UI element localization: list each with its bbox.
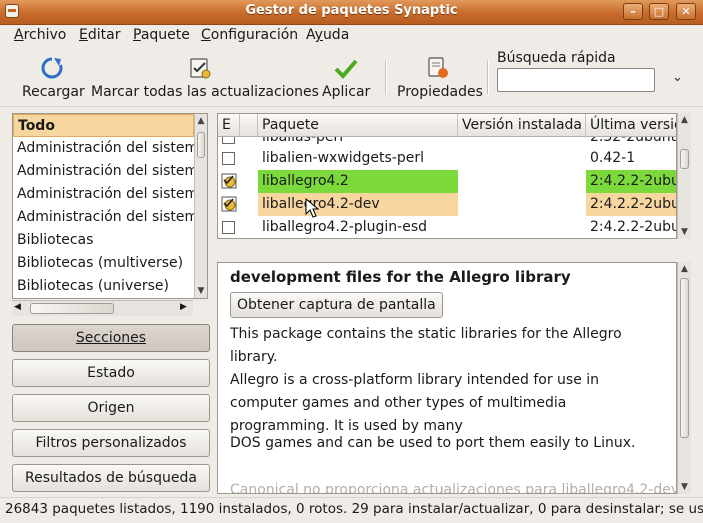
table-row[interactable]: libalien-wxwidgets-perl 0.42-1 — [218, 147, 676, 170]
status-text: 26843 paquetes listados, 1190 instalados… — [5, 501, 703, 517]
status-cell[interactable] — [218, 193, 240, 216]
status-filter-button[interactable]: Estado — [12, 359, 210, 387]
sections-filter-button[interactable]: Secciones — [12, 324, 210, 352]
menu-editar[interactable]: Editar — [79, 27, 120, 43]
scroll-up-icon[interactable]: ▲ — [678, 113, 691, 127]
reload-button[interactable]: Recargar — [22, 56, 85, 100]
package-table-vscrollbar[interactable]: ▲ ▼ — [677, 113, 691, 239]
installed-version — [458, 193, 586, 216]
column-latest-label[interactable]: Última versión — [586, 114, 676, 136]
install-mark-icon — [221, 196, 237, 212]
section-item[interactable]: Administración del sistema — [13, 160, 194, 183]
section-list[interactable]: Todo Administración del sistema Administ… — [12, 113, 208, 299]
column-status-label[interactable]: E — [218, 114, 240, 136]
close-button[interactable]: ✕ — [676, 3, 696, 20]
description-support-note: Canonical no proporciona actualizaciones… — [230, 482, 677, 494]
column-support-label[interactable] — [240, 114, 258, 136]
menu-paquete[interactable]: Paquete — [133, 27, 190, 43]
scroll-left-icon[interactable]: ◀ — [14, 302, 21, 312]
reload-icon — [41, 57, 63, 79]
table-row-selected[interactable]: liballegro4.2-dev 2:4.2.2-2ubuntu — [218, 193, 676, 216]
mark-upgrades-icon — [190, 58, 211, 79]
description-title: development files for the Allegro librar… — [230, 268, 571, 286]
menu-archivo[interactable]: Archivo — [14, 27, 66, 43]
section-item[interactable]: Bibliotecas (multiverse) — [13, 252, 194, 275]
minimize-button[interactable]: – — [623, 3, 643, 20]
section-item[interactable]: Administración del sistema — [13, 137, 194, 160]
scroll-thumb[interactable] — [680, 278, 689, 438]
menu-configuracion[interactable]: Configuración — [201, 27, 298, 43]
description-vscrollbar[interactable]: ▲ ▼ — [677, 262, 691, 494]
scroll-down-icon[interactable]: ▼ — [678, 480, 691, 494]
search-results-button[interactable]: Resultados de búsqueda — [12, 464, 210, 492]
description-paragraph: DOS games and can be used to port them e… — [230, 435, 636, 451]
installed-version — [458, 170, 586, 193]
table-row[interactable]: liballegro4.2 2:4.2.2-2ubuntu — [218, 170, 676, 193]
installed-version — [458, 147, 586, 170]
scroll-thumb[interactable] — [197, 132, 205, 158]
scroll-right-icon[interactable]: ▶ — [180, 302, 187, 312]
custom-filters-button[interactable]: Filtros personalizados — [12, 429, 210, 457]
scroll-thumb[interactable] — [30, 303, 114, 314]
toolbar-separator-2 — [487, 60, 489, 94]
reload-label: Recargar — [22, 84, 85, 100]
column-installed-label[interactable]: Versión instalada — [458, 114, 586, 136]
package-name: libalien-wxwidgets-perl — [262, 150, 425, 166]
mark-all-upgrades-button[interactable]: Marcar todas las actualizaciones — [91, 56, 319, 100]
properties-button[interactable]: Propiedades — [397, 56, 483, 100]
package-table[interactable]: E Paquete Versión instalada Última versi… — [217, 113, 677, 239]
maximize-button[interactable]: □ — [649, 3, 669, 20]
window-title: Gestor de paquetes Synaptic — [245, 3, 458, 18]
origin-filter-button[interactable]: Origen — [12, 394, 210, 422]
scroll-thumb[interactable] — [680, 149, 689, 169]
status-bar: 26843 paquetes listados, 1190 instalados… — [0, 497, 703, 523]
latest-version: 2:4.2.2-2ubuntu — [590, 219, 676, 235]
section-item[interactable]: Administración del sistema — [13, 183, 194, 206]
description-pane[interactable]: development files for the Allegro librar… — [217, 262, 677, 494]
section-list-hscrollbar[interactable]: ◀ ▶ — [12, 300, 193, 316]
description-paragraph: Allegro is a cross-platform library inte… — [230, 372, 600, 434]
toolbar-overflow-icon[interactable]: ⌄ — [672, 70, 683, 85]
latest-version: 2:4.2.2-2ubuntu — [586, 170, 676, 193]
package-table-header-cover: E Paquete Versión instalada Última versi… — [218, 114, 676, 137]
install-mark-icon — [221, 173, 237, 189]
table-row[interactable]: liballegro4.2-plugin-esd 2:4.2.2-2ubuntu — [218, 216, 676, 238]
mouse-cursor-icon — [305, 198, 319, 218]
latest-version: 2:4.2.2-2ubuntu — [586, 193, 676, 216]
apply-label: Aplicar — [322, 84, 371, 100]
title-bar[interactable]: Gestor de paquetes Synaptic – □ ✕ — [0, 0, 703, 25]
section-item[interactable]: Bibliotecas (universe) — [13, 275, 194, 298]
section-item[interactable]: Administración del sistema — [13, 206, 194, 229]
scroll-down-icon[interactable]: ▼ — [195, 284, 207, 298]
package-name: liballegro4.2-dev — [258, 193, 458, 216]
apply-check-icon — [334, 59, 358, 79]
apply-button[interactable]: Aplicar — [322, 56, 370, 100]
package-name: liballegro4.2 — [258, 170, 458, 193]
description-paragraph: This package contains the static librari… — [230, 326, 622, 365]
get-screenshot-button[interactable]: Obtener captura de pantalla — [230, 292, 443, 318]
scroll-up-icon[interactable]: ▲ — [678, 262, 691, 276]
status-checkbox[interactable] — [218, 147, 240, 170]
section-item[interactable]: Bibliotecas — [13, 229, 194, 252]
properties-label: Propiedades — [397, 84, 483, 100]
section-item-todo[interactable]: Todo — [13, 114, 194, 137]
quick-search-label: Búsqueda rápida — [497, 50, 616, 66]
status-checkbox[interactable] — [218, 216, 240, 238]
mark-all-upgrades-label: Marcar todas las actualizaciones — [91, 84, 319, 100]
latest-version: 0.42-1 — [590, 150, 636, 166]
menu-bar: Archivo Editar Paquete Configuración Ayu… — [0, 24, 703, 48]
quick-search-input[interactable] — [497, 68, 655, 92]
installed-version — [458, 216, 586, 238]
menu-ayuda[interactable]: Ayuda — [306, 27, 349, 43]
column-package-label[interactable]: Paquete — [258, 114, 458, 136]
toolbar-separator — [385, 60, 387, 94]
scroll-up-icon[interactable]: ▲ — [195, 114, 207, 128]
section-list-vscrollbar[interactable]: ▲ ▼ — [194, 114, 207, 298]
package-name: liballegro4.2-plugin-esd — [262, 219, 427, 235]
properties-icon — [428, 57, 448, 78]
scroll-down-icon[interactable]: ▼ — [678, 225, 691, 239]
status-cell[interactable] — [218, 170, 240, 193]
